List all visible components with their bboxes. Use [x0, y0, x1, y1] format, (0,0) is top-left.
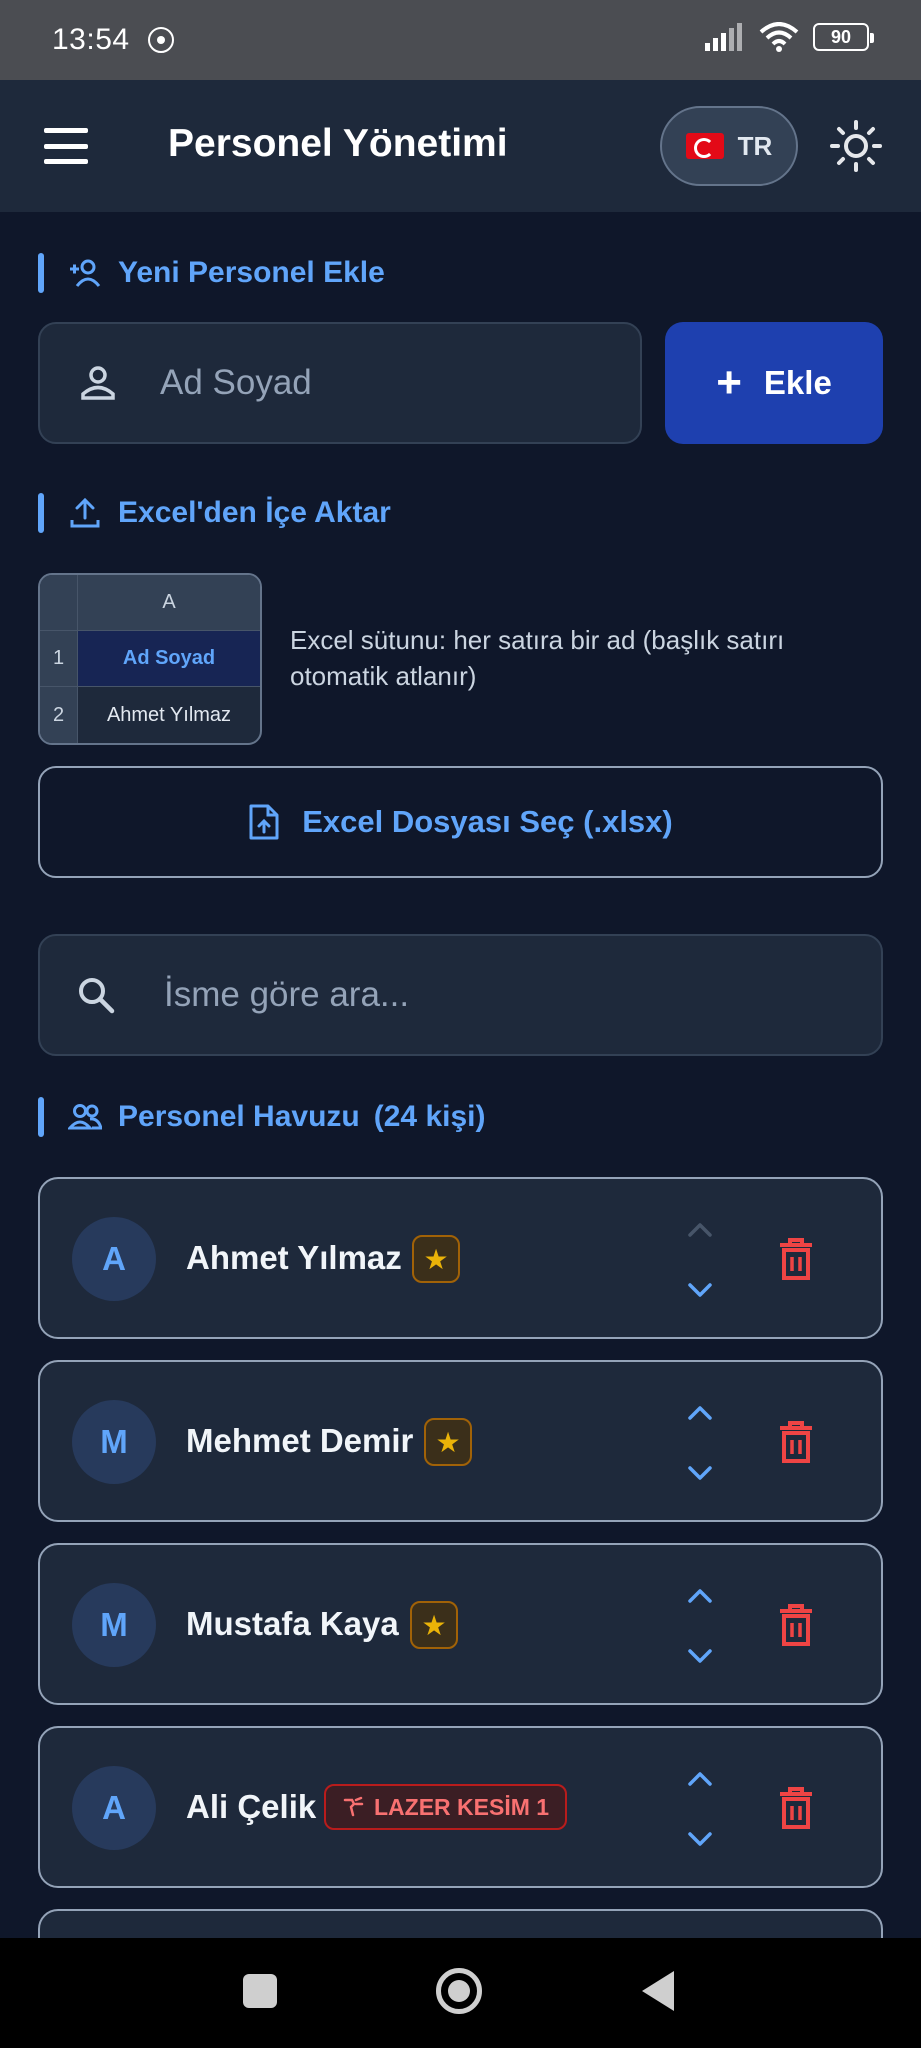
section-title-text: Excel'den İçe Aktar [118, 496, 391, 529]
section-title-text: Personel Havuzu [118, 1100, 360, 1133]
reorder-arrows [688, 1589, 712, 1663]
avatar: M [72, 1400, 156, 1484]
name-field-container [38, 322, 642, 444]
app-bar: Personel Yönetimi TR [0, 80, 921, 212]
department-tag-label: LAZER KESİM 1 [374, 1793, 550, 1820]
section-accent-bar [38, 493, 44, 533]
plus-icon: + [716, 358, 742, 407]
excel-description: Excel sütunu: her satıra bir ad (başlık … [290, 625, 785, 691]
notification-icon [147, 27, 174, 53]
menu-icon-line [44, 128, 88, 133]
system-navigation-bar [0, 1938, 921, 2048]
trash-icon[interactable] [778, 1420, 814, 1464]
trash-icon[interactable] [778, 1786, 814, 1830]
move-up-button[interactable] [688, 1406, 712, 1420]
star-icon: ★ [412, 1235, 460, 1283]
file-upload-icon [249, 804, 279, 840]
home-button[interactable] [436, 1968, 482, 2014]
signal-icon [705, 23, 742, 51]
excel-row: 1 Ad Soyad [40, 631, 260, 687]
section-personnel-pool: Personel Havuzu (24 kişi) [38, 1096, 485, 1138]
person-icon [81, 366, 115, 400]
reorder-arrows [688, 1223, 712, 1297]
excel-row: 2 Ahmet Yılmaz [40, 687, 260, 743]
person-card[interactable]: M Mehmet Demir ★ [38, 1360, 883, 1522]
reorder-arrows [688, 1406, 712, 1480]
add-button-label: Ekle [763, 364, 832, 401]
trash-icon[interactable] [778, 1237, 814, 1281]
page-title: Personel Yönetimi [168, 122, 508, 165]
person-card[interactable]: A Ali Çelik LAZER KESİM 1 [38, 1726, 883, 1888]
select-file-label: Excel Dosyası Seç (.xlsx) [302, 804, 673, 839]
excel-row-index: 2 [40, 687, 78, 743]
move-down-button[interactable] [688, 1649, 712, 1663]
section-add-person: Yeni Personel Ekle [38, 252, 385, 294]
back-button[interactable] [642, 1971, 674, 2011]
menu-icon-line [44, 159, 88, 164]
move-down-button[interactable] [688, 1466, 712, 1480]
move-up-button[interactable] [688, 1589, 712, 1603]
person-add-icon [70, 259, 101, 287]
excel-cell: Ahmet Yılmaz [106, 703, 232, 726]
sun-icon[interactable] [830, 120, 882, 172]
status-time: 13:54 [52, 23, 130, 56]
select-excel-file-button[interactable]: Excel Dosyası Seç (.xlsx) [38, 766, 883, 878]
search-input[interactable] [164, 975, 837, 1015]
search-icon [79, 978, 115, 1014]
excel-header-row: A [40, 575, 260, 631]
name-input[interactable] [160, 363, 640, 403]
avatar: A [72, 1766, 156, 1850]
turkey-flag-icon [685, 133, 724, 159]
language-code: TR [737, 130, 773, 161]
excel-row-index: 1 [40, 631, 78, 686]
recents-button[interactable] [243, 1974, 277, 2008]
trash-icon[interactable] [778, 1603, 814, 1647]
excel-format-preview: A 1 Ad Soyad 2 Ahmet Yılmaz [38, 573, 262, 745]
section-accent-bar [38, 253, 44, 293]
person-name: Ahmet Yılmaz [186, 1239, 402, 1276]
search-field-container [38, 934, 883, 1056]
menu-icon-line [44, 143, 88, 149]
laser-icon [343, 1796, 364, 1817]
person-count: (24 kişi) [373, 1100, 486, 1133]
department-tag: LAZER KESİM 1 [324, 1784, 568, 1830]
group-icon [68, 1104, 102, 1130]
person-name: Ali Çelik [186, 1788, 317, 1825]
battery-icon: 90 [813, 23, 874, 51]
person-card[interactable]: M Mustafa Kaya ★ [38, 1543, 883, 1705]
move-down-button[interactable] [688, 1283, 712, 1297]
status-icons: 90 [705, 22, 874, 52]
status-bar: 13:54 90 [0, 0, 921, 80]
section-accent-bar [38, 1097, 44, 1137]
excel-column-header: A [78, 575, 260, 630]
wifi-icon [759, 22, 799, 52]
person-name: Mustafa Kaya [186, 1605, 399, 1642]
avatar: A [72, 1217, 156, 1301]
move-down-button[interactable] [688, 1832, 712, 1846]
move-up-button[interactable] [688, 1223, 712, 1237]
star-icon: ★ [410, 1601, 458, 1649]
menu-button[interactable] [44, 128, 88, 164]
add-button[interactable]: + Ekle [665, 322, 883, 444]
upload-icon [70, 497, 100, 528]
section-import-excel: Excel'den İçe Aktar [38, 492, 391, 534]
excel-cell: Ad Soyad [78, 631, 260, 686]
section-title-text: Yeni Personel Ekle [118, 256, 385, 289]
avatar: M [72, 1583, 156, 1667]
move-up-button[interactable] [688, 1772, 712, 1786]
excel-corner-cell [40, 575, 78, 630]
language-switch-button[interactable]: TR [660, 106, 798, 186]
person-name: Mehmet Demir [186, 1422, 414, 1459]
star-icon: ★ [424, 1418, 472, 1466]
reorder-arrows [688, 1772, 712, 1846]
person-card[interactable]: A Ahmet Yılmaz ★ [38, 1177, 883, 1339]
